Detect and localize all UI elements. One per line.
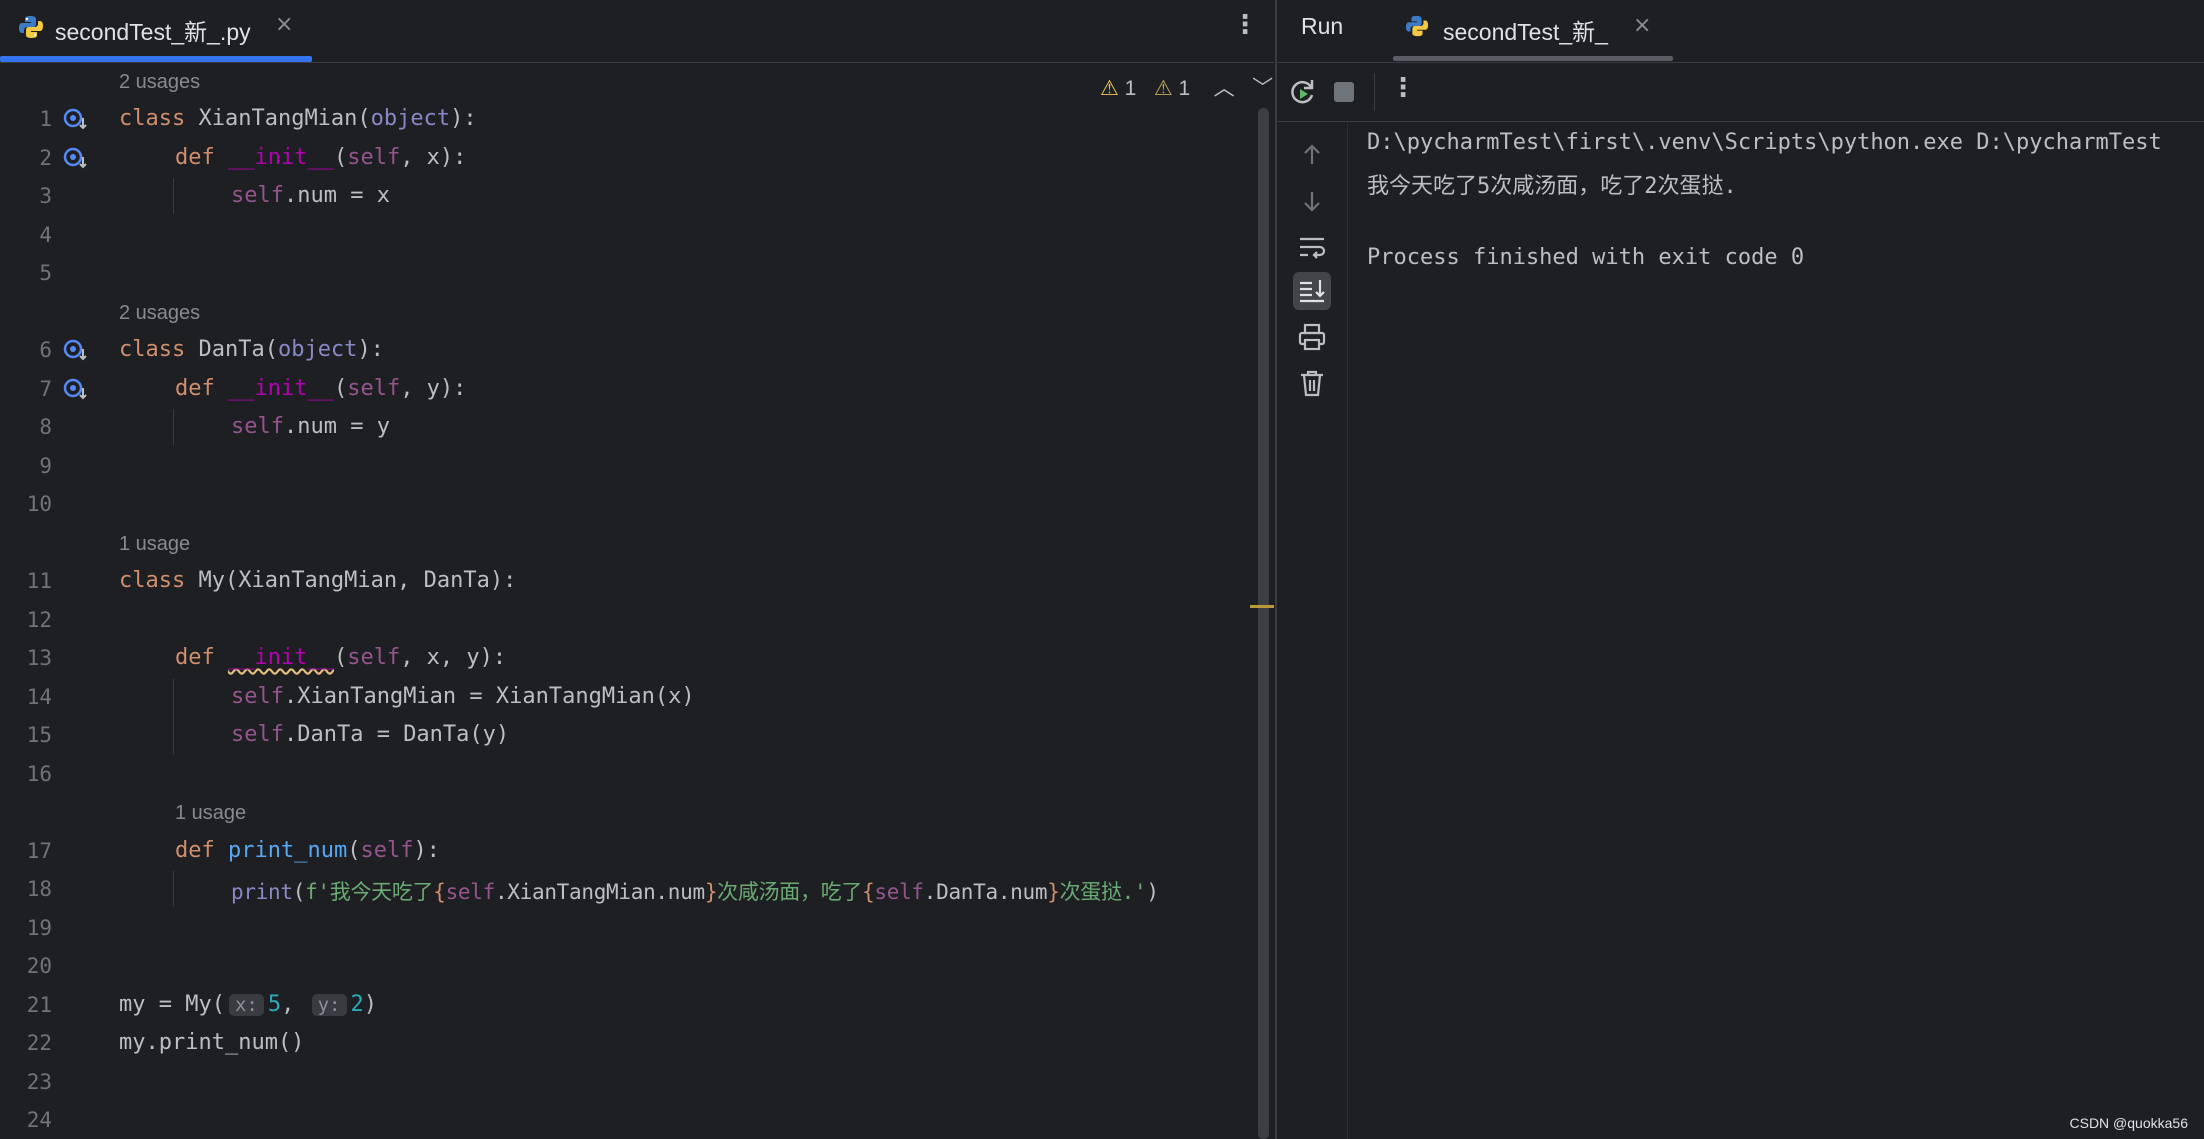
code-line[interactable]: my = My(x: 5, y: 2) (119, 992, 377, 1017)
line-number: 19 (26, 916, 52, 940)
line-number: 8 (39, 415, 52, 439)
more-options-icon[interactable]: ⋮ (1232, 10, 1258, 40)
close-icon[interactable]: × (275, 12, 293, 37)
run-side-toolbar (1277, 122, 1348, 1139)
param-hint-x: x: (228, 994, 264, 1016)
code-line[interactable]: def __init__(self, y): (175, 376, 466, 401)
line-number: 3 (39, 184, 52, 208)
indent-guide (173, 871, 174, 907)
soft-wrap-icon[interactable] (1293, 228, 1331, 266)
python-file-icon (19, 16, 43, 38)
toolbar-divider (1374, 73, 1375, 111)
more-options-icon[interactable]: ⋮ (1390, 73, 1416, 103)
overrides-method-icon[interactable] (62, 337, 90, 365)
param-hint-y: y: (311, 994, 347, 1016)
indent-guide (173, 409, 174, 445)
weak-warning-icon: ⚠ (1153, 77, 1173, 100)
line-number: 7 (39, 377, 52, 401)
line-number: 12 (26, 608, 52, 632)
console-output-line: Process finished with exit code 0 (1367, 245, 1805, 270)
scroll-to-end-icon[interactable] (1293, 272, 1331, 310)
line-number: 20 (26, 954, 52, 978)
run-toolbar: ⋮ (1277, 63, 2204, 122)
overrides-method-icon[interactable] (62, 145, 90, 173)
warning-icon: ⚠ (1100, 77, 1119, 100)
stop-icon[interactable] (1327, 75, 1361, 109)
run-tab-secondtest[interactable]: secondTest_新_ × (1393, 0, 1673, 62)
line-number: 9 (39, 454, 52, 478)
watermark: CSDN @quokka56 (2069, 1115, 2189, 1131)
chevron-up-icon[interactable]: ︿ (1214, 77, 1235, 100)
trash-icon[interactable] (1293, 364, 1331, 402)
editor-tab-secondtest[interactable]: secondTest_新_.py × (0, 0, 312, 62)
arrow-up-icon[interactable] (1293, 136, 1331, 174)
warning-marker[interactable] (1250, 605, 1274, 608)
chevron-down-icon[interactable]: ﹀ (1252, 77, 1273, 100)
usage-hint[interactable]: 2 usages (119, 71, 200, 94)
code-line[interactable]: my.print_num() (119, 1030, 304, 1055)
line-number: 22 (26, 1031, 52, 1055)
code-line[interactable]: self.XianTangMian = XianTangMian(x) (231, 684, 695, 709)
arrow-down-icon[interactable] (1293, 182, 1331, 220)
run-panel: Run secondTest_新_ × ⋮ D:\pycharmTest\fir… (1275, 0, 2204, 1139)
line-number: 4 (39, 223, 52, 247)
indent-guide (173, 679, 174, 755)
run-tab-label: secondTest_新_ (1443, 19, 1608, 45)
line-number: 16 (26, 762, 52, 786)
overrides-method-icon[interactable] (62, 106, 90, 134)
usage-hint[interactable]: 1 usage (119, 533, 190, 556)
line-number: 21 (26, 993, 52, 1017)
line-number: 18 (26, 877, 52, 901)
editor-scrollbar[interactable] (1258, 108, 1269, 1139)
line-number: 23 (26, 1070, 52, 1094)
line-number: 11 (26, 569, 52, 593)
line-number: 15 (26, 723, 52, 747)
line-number: 2 (39, 146, 52, 170)
code-line[interactable]: def __init__(self, x): (175, 145, 466, 170)
rerun-icon[interactable] (1285, 75, 1319, 109)
line-number: 17 (26, 839, 52, 863)
python-file-icon (1405, 15, 1429, 37)
editor-panel: secondTest_新_.py × ⋮ ⚠ 1 ⚠ 1 ︿ ﹀ 1 2 3 4… (0, 0, 1274, 1139)
active-tab-indicator (0, 56, 312, 62)
line-number: 1 (39, 107, 52, 131)
editor-tab-bar: secondTest_新_.py × ⋮ (0, 0, 1274, 63)
run-title: Run (1301, 13, 1344, 39)
print-icon[interactable] (1293, 318, 1331, 356)
code-line[interactable]: def print_num(self): (175, 838, 440, 863)
usage-hint[interactable]: 1 usage (175, 802, 246, 825)
console-output-line: 我今天吃了5次咸汤面，吃了2次蛋挞. (1367, 174, 1737, 199)
run-header: Run secondTest_新_ × (1277, 0, 2204, 63)
code-line[interactable]: self.DanTa = DanTa(y) (231, 722, 509, 747)
active-tab-indicator (1393, 56, 1673, 61)
code-line[interactable]: def __init__(self, x, y): (175, 645, 506, 670)
line-number: 5 (39, 261, 52, 285)
weak-warning-count: 1 (1178, 77, 1191, 100)
line-number: 10 (26, 492, 52, 516)
usage-hint[interactable]: 2 usages (119, 302, 200, 325)
overrides-method-icon[interactable] (62, 376, 90, 404)
indent-guide (173, 178, 174, 214)
editor-tab-label: secondTest_新_.py (55, 19, 251, 45)
code-line[interactable]: print(f'我今天吃了{self.XianTangMian.num}次咸汤面… (231, 876, 1159, 906)
code-line[interactable]: class XianTangMian(object): (119, 106, 477, 131)
console-output-line: D:\pycharmTest\first\.venv\Scripts\pytho… (1367, 130, 2162, 155)
inspection-widget[interactable]: ⚠ 1 ⚠ 1 ︿ ﹀ (1100, 72, 1273, 102)
line-number: 24 (26, 1108, 52, 1132)
line-number: 14 (26, 685, 52, 709)
warning-count: 1 (1124, 77, 1137, 100)
code-line[interactable]: class DanTa(object): (119, 337, 384, 362)
line-number: 6 (39, 338, 52, 362)
code-line[interactable]: self.num = x (231, 183, 390, 208)
line-number: 13 (26, 646, 52, 670)
code-line[interactable]: class My(XianTangMian, DanTa): (119, 568, 516, 593)
close-icon[interactable]: × (1633, 13, 1651, 38)
code-line[interactable]: self.num = y (231, 414, 390, 439)
